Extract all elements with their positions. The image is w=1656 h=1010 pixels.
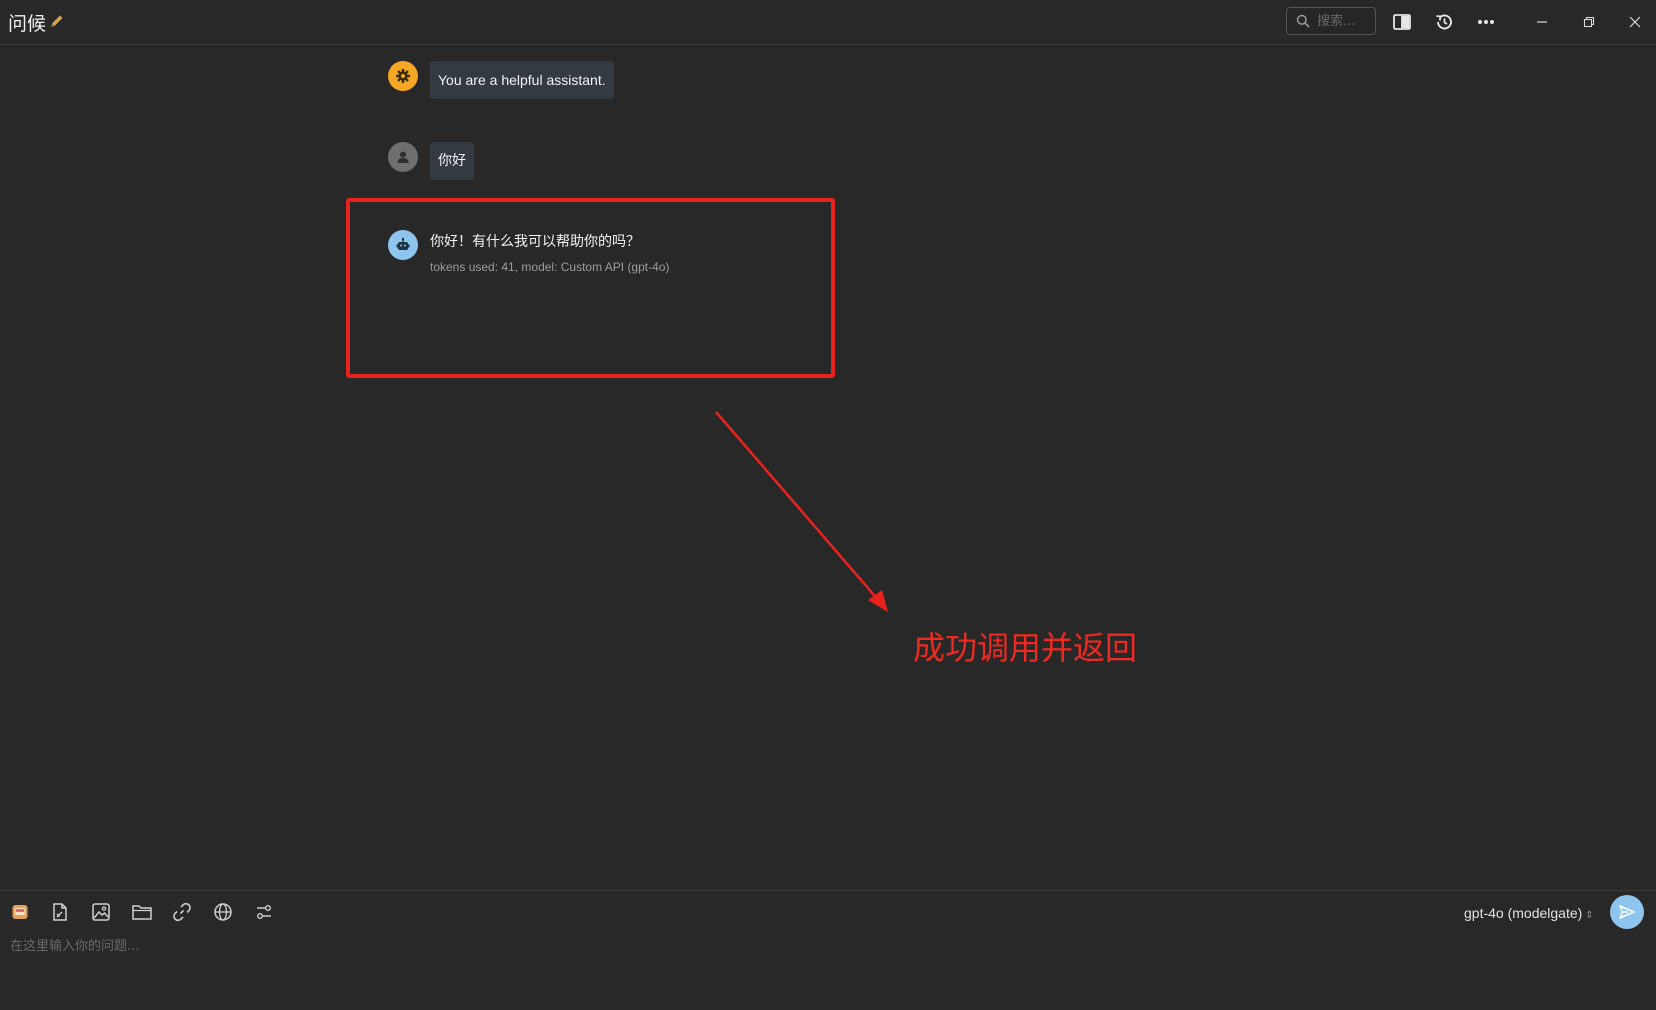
chevron-updown-icon: ⇕ — [1585, 910, 1594, 921]
annotation-arrow — [715, 411, 888, 612]
send-button[interactable] — [1610, 895, 1644, 929]
model-name: gpt-4o (modelgate) — [1464, 905, 1583, 921]
app-icon[interactable] — [8, 900, 32, 924]
globe-icon[interactable] — [211, 900, 235, 924]
annotation-text: 成功调用并返回 — [913, 629, 1138, 667]
question-input[interactable] — [10, 935, 1410, 965]
folder-icon[interactable] — [130, 900, 154, 924]
send-icon — [1619, 905, 1635, 919]
file-icon[interactable] — [48, 900, 72, 924]
model-selector[interactable]: gpt-4o (modelgate) ⇕ — [1464, 905, 1594, 921]
composer: gpt-4o (modelgate)⇕ — [0, 890, 1656, 1010]
settings-sliders-icon[interactable] — [252, 900, 276, 924]
image-icon[interactable] — [89, 900, 113, 924]
link-icon[interactable] — [170, 900, 194, 924]
